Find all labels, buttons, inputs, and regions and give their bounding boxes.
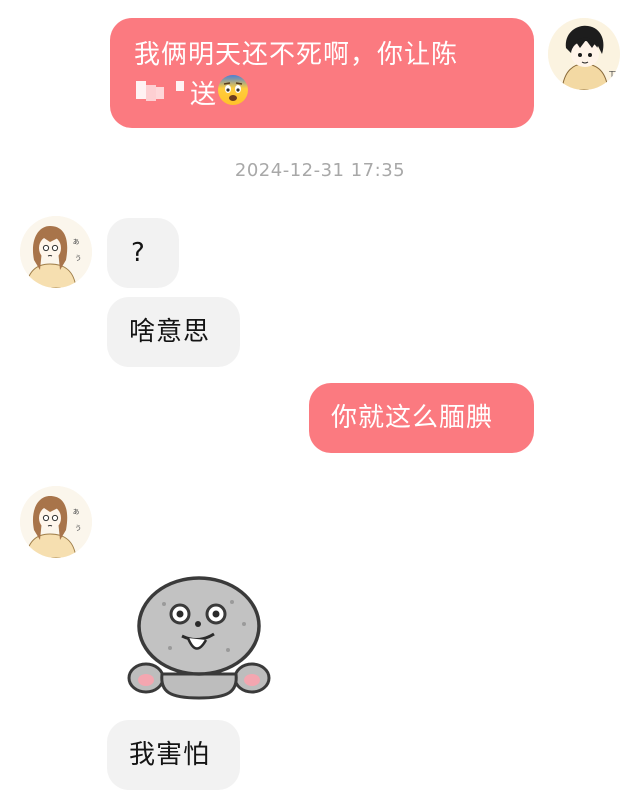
timestamp: 2024-12-31 17:35 xyxy=(234,160,406,181)
gray-blob-sticker-icon xyxy=(127,576,271,700)
outgoing-message-bubble[interactable]: 我俩明天还不死啊，你让陈 送 xyxy=(110,18,534,128)
svg-text:ぁ: ぁ xyxy=(72,507,80,516)
incoming-message-bubble[interactable]: 啥意思 xyxy=(107,297,240,367)
outgoing-message-bubble[interactable]: 你就这么腼腆 xyxy=(309,383,534,453)
message-text: 我害怕 xyxy=(129,740,211,770)
sticker-message[interactable] xyxy=(124,574,274,704)
anime-boy-avatar-icon: ㄗ xyxy=(548,18,620,90)
svg-text:ぅ: ぅ xyxy=(74,253,82,262)
message-text: 你就这么腼腆 xyxy=(331,403,494,433)
svg-text:ぁ: ぁ xyxy=(72,237,80,246)
svg-text:ㄗ: ㄗ xyxy=(608,71,617,81)
anime-girl-avatar-icon: ぁ ぅ xyxy=(20,486,92,558)
their-avatar[interactable]: ぁ ぅ xyxy=(20,486,92,558)
message-text-line-2: 送 xyxy=(134,74,514,117)
message-text-suffix: 送 xyxy=(190,80,218,110)
incoming-message-bubble[interactable]: 我害怕 xyxy=(107,720,240,790)
anime-girl-avatar-icon: ぁ ぅ xyxy=(20,216,92,288)
my-avatar[interactable]: ㄗ xyxy=(548,18,620,90)
their-avatar[interactable]: ぁ ぅ xyxy=(20,216,92,288)
message-text-line-1: 我俩明天还不死啊，你让陈 xyxy=(134,40,459,70)
redacted-text xyxy=(134,75,190,116)
message-text: ? xyxy=(131,238,146,268)
svg-text:ぅ: ぅ xyxy=(74,523,82,532)
message-text: 啥意思 xyxy=(129,317,211,347)
fearful-face-icon xyxy=(217,74,249,117)
incoming-message-bubble[interactable]: ? xyxy=(107,218,179,288)
